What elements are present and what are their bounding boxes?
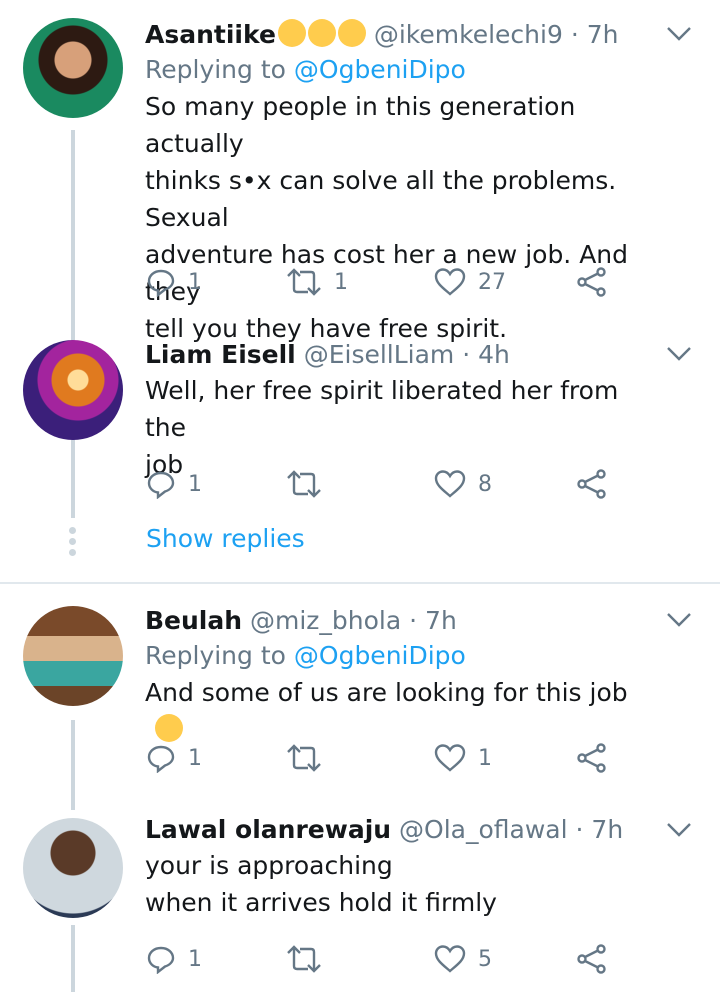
like-count: 27 — [478, 269, 506, 295]
share-button[interactable] — [576, 265, 608, 299]
rolling-eyes-emoji-icon — [307, 19, 336, 47]
like-button[interactable]: 8 — [434, 467, 492, 501]
tweet-actions: 1 1 27 — [146, 265, 646, 299]
divider — [0, 582, 720, 584]
tweet-header: Liam Eisell @EisellLiam · 4h — [145, 338, 660, 372]
thread-line — [71, 925, 75, 992]
mention-link[interactable]: @OgbeniDipo — [294, 55, 466, 84]
reply-count: 1 — [188, 269, 202, 295]
like-icon — [434, 268, 466, 296]
share-button[interactable] — [576, 467, 608, 501]
like-icon — [434, 470, 466, 498]
thread-line — [71, 130, 75, 518]
retweet-button[interactable] — [286, 741, 322, 775]
avatar[interactable] — [23, 606, 123, 706]
avatar[interactable] — [23, 18, 123, 118]
reply-icon — [147, 269, 175, 297]
share-icon — [577, 469, 606, 499]
share-icon — [577, 743, 606, 773]
retweet-button[interactable] — [286, 467, 322, 501]
reply-icon — [147, 745, 175, 773]
user-handle[interactable]: @ikemkelechi9 — [374, 20, 563, 49]
tweet-text: And some of us are looking for this job — [145, 674, 660, 748]
chevron-down-icon[interactable] — [666, 26, 692, 42]
chevron-down-icon[interactable] — [666, 346, 692, 362]
display-name[interactable]: Lawal olanrewaju — [145, 815, 391, 844]
reply-button[interactable]: 1 — [146, 467, 202, 501]
like-button[interactable]: 5 — [434, 942, 492, 976]
retweet-button[interactable]: 1 — [286, 265, 348, 299]
reply-count: 1 — [188, 946, 202, 972]
like-count: 1 — [478, 745, 492, 771]
like-button[interactable]: 1 — [434, 741, 492, 775]
tongue-emoji-icon — [277, 19, 306, 47]
tweet-actions: 1 1 — [146, 741, 646, 775]
share-icon — [577, 267, 606, 297]
thinking-emoji-icon — [155, 714, 183, 742]
like-icon — [434, 744, 466, 772]
like-button[interactable]: 27 — [434, 265, 506, 299]
show-replies-link[interactable]: Show replies — [146, 524, 305, 553]
mention-link[interactable]: @OgbeniDipo — [294, 641, 466, 670]
retweet-icon — [287, 945, 321, 973]
reply-icon — [147, 471, 175, 499]
timestamp[interactable]: · 7h — [576, 815, 624, 844]
tweet-header: Lawal olanrewaju @Ola_oflawal · 7h — [145, 813, 660, 847]
retweet-button[interactable] — [286, 942, 322, 976]
user-handle[interactable]: @miz_bhola — [250, 606, 401, 635]
replying-to: Replying to @OgbeniDipo — [145, 641, 466, 670]
like-icon — [434, 945, 466, 973]
tweet-actions: 1 8 — [146, 467, 646, 501]
tweet-header: Beulah @miz_bhola · 7h — [145, 604, 660, 638]
timestamp[interactable]: · 4h — [462, 340, 510, 369]
reply-icon — [147, 946, 175, 974]
chevron-down-icon[interactable] — [666, 612, 692, 628]
display-name[interactable]: Asantiike — [145, 20, 276, 49]
retweet-icon — [287, 268, 321, 296]
like-count: 8 — [478, 471, 492, 497]
share-icon — [577, 944, 606, 974]
user-handle[interactable]: @EisellLiam — [304, 340, 455, 369]
relieved-emoji-icon — [337, 19, 366, 47]
timestamp[interactable]: · 7h — [571, 20, 619, 49]
display-name[interactable]: Beulah — [145, 606, 242, 635]
display-name[interactable]: Liam Eisell — [145, 340, 296, 369]
chevron-down-icon[interactable] — [666, 822, 692, 838]
retweet-icon — [287, 744, 321, 772]
retweet-icon — [287, 470, 321, 498]
share-button[interactable] — [576, 741, 608, 775]
share-button[interactable] — [576, 942, 608, 976]
user-handle[interactable]: @Ola_oflawal — [399, 815, 568, 844]
reply-count: 1 — [188, 471, 202, 497]
avatar[interactable] — [23, 818, 123, 918]
reply-count: 1 — [188, 745, 202, 771]
tweet-text: So many people in this generation actual… — [145, 92, 629, 343]
timestamp[interactable]: · 7h — [409, 606, 457, 635]
like-count: 5 — [478, 946, 492, 972]
thread-line — [71, 720, 75, 810]
reply-button[interactable]: 1 — [146, 942, 202, 976]
replying-to: Replying to @OgbeniDipo — [145, 55, 466, 84]
thread-dots — [69, 527, 76, 560]
reply-button[interactable]: 1 — [146, 265, 202, 299]
tweet-actions: 1 5 — [146, 942, 646, 976]
tweet-text: your is approaching when it arrives hold… — [145, 851, 497, 917]
retweet-count: 1 — [334, 269, 348, 295]
reply-button[interactable]: 1 — [146, 741, 202, 775]
tweet-header: Asantiike @ikemkelechi9 · 7h — [145, 18, 660, 52]
avatar[interactable] — [23, 340, 123, 440]
